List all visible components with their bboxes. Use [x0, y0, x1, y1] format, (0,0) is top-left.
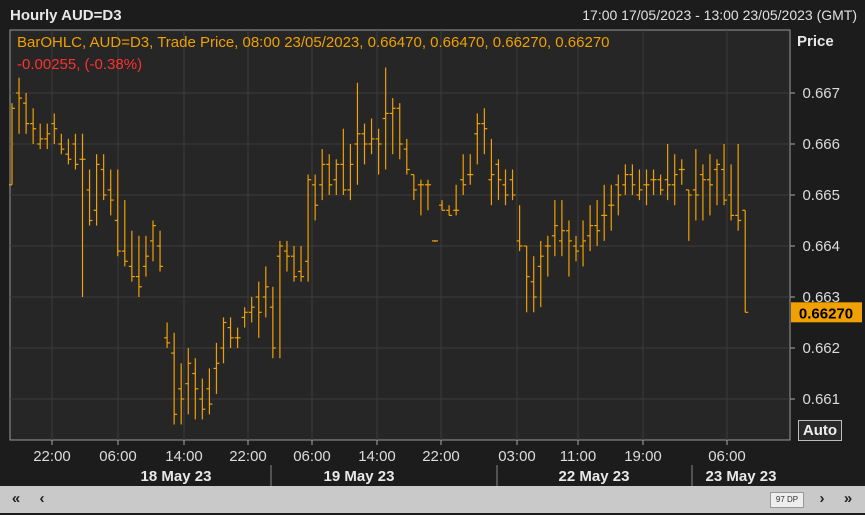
x-tick-label: 22:00 — [33, 448, 71, 465]
x-tick-label: 14:00 — [165, 448, 203, 465]
auto-scale-button[interactable]: Auto — [798, 420, 842, 441]
y-tick-label: 0.661 — [802, 391, 840, 408]
data-points-indicator: 97 DP — [770, 492, 804, 508]
legend-change: -0.00255, (-0.38%) — [17, 56, 142, 73]
x-date-label: 23 May 23 — [706, 468, 777, 485]
y-tick-label: 0.664 — [802, 238, 840, 255]
x-date-label: 18 May 23 — [141, 468, 212, 485]
x-tick-label: 06:00 — [99, 448, 137, 465]
x-tick-label: 06:00 — [293, 448, 331, 465]
x-tick-label: 11:00 — [560, 448, 596, 465]
x-tick-label: 22:00 — [229, 448, 267, 465]
x-tick-label: 22:00 — [422, 448, 460, 465]
x-date-label: 19 May 23 — [324, 468, 395, 485]
x-tick-label: 14:00 — [358, 448, 396, 465]
y-tick-label: 0.666 — [802, 136, 840, 153]
scroll-end-button[interactable]: » — [838, 489, 858, 509]
y-tick-label: 0.667 — [802, 85, 840, 102]
y-tick-label: 0.662 — [802, 340, 840, 357]
x-tick-label: 06:00 — [708, 448, 746, 465]
x-tick-label: 19:00 — [624, 448, 662, 465]
y-tick-label: 0.665 — [802, 187, 840, 204]
scroll-start-button[interactable]: « — [6, 489, 26, 509]
x-tick-label: 03:00 — [498, 448, 536, 465]
navigation-bar: « ‹ 97 DP › » — [0, 486, 865, 513]
last-price-value: 0.66270 — [799, 305, 853, 322]
scroll-back-button[interactable]: ‹ — [32, 489, 52, 509]
x-date-label: 22 May 23 — [559, 468, 630, 485]
ohlc-chart[interactable]: 0.6670.6660.6650.6640.6630.6620.661Price… — [0, 0, 865, 486]
legend-series-info: BarOHLC, AUD=D3, Trade Price, 08:00 23/0… — [17, 34, 610, 51]
price-axis-label: Price — [797, 33, 834, 50]
scroll-forward-button[interactable]: › — [812, 489, 832, 509]
plot-area — [9, 29, 791, 441]
